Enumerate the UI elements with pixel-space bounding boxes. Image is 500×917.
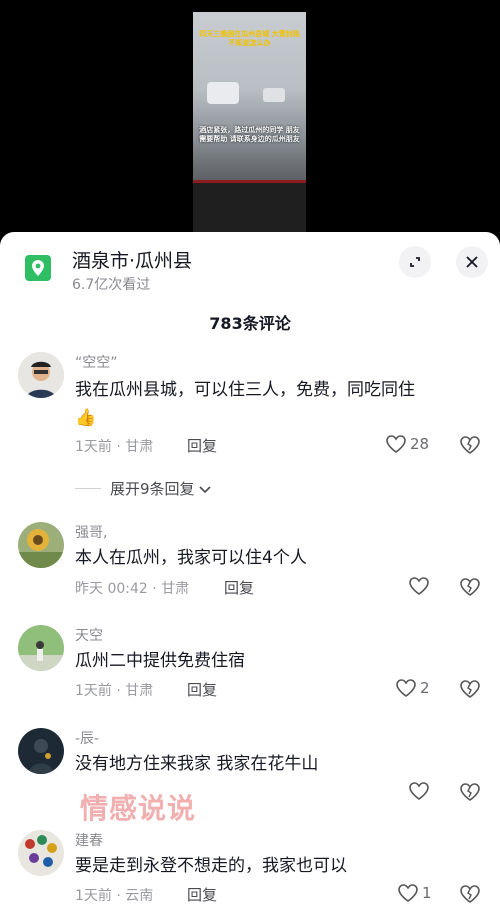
close-button[interactable] bbox=[456, 246, 488, 278]
like-button[interactable] bbox=[409, 782, 433, 800]
video-player[interactable]: 四天三晚困在瓜州县城 大雪封路不知道怎么办 酒店紧张，路过瓜州的同学 朋友需要帮… bbox=[0, 0, 500, 232]
like-button[interactable] bbox=[409, 577, 433, 595]
thumbs-up-emoji-icon: 👍 bbox=[75, 408, 97, 428]
heart-icon bbox=[409, 782, 429, 800]
avatar[interactable] bbox=[18, 625, 64, 671]
broken-heart-icon bbox=[460, 680, 480, 698]
reply-button[interactable]: 回复 bbox=[187, 884, 217, 905]
close-icon bbox=[466, 256, 478, 268]
like-button[interactable]: 2 bbox=[396, 679, 430, 697]
avatar[interactable] bbox=[18, 522, 64, 568]
comment-meta: 1天前 · 甘肃 bbox=[75, 683, 154, 699]
dislike-button[interactable] bbox=[459, 435, 481, 459]
reply-button[interactable]: 回复 bbox=[187, 435, 217, 456]
avatar[interactable] bbox=[18, 830, 64, 876]
heart-icon bbox=[396, 679, 416, 697]
broken-heart-icon bbox=[460, 783, 480, 801]
expand-icon bbox=[410, 257, 420, 267]
dislike-button[interactable] bbox=[459, 577, 481, 601]
like-count: 2 bbox=[420, 679, 430, 697]
location-views: 6.7亿次看过 bbox=[72, 277, 151, 293]
comment-author[interactable]: 天空 bbox=[75, 625, 103, 645]
heart-icon bbox=[409, 577, 429, 595]
expand-button[interactable] bbox=[399, 246, 431, 278]
expand-replies-label[interactable]: 展开9条回复 bbox=[110, 478, 211, 499]
comment-author[interactable]: 强哥, bbox=[75, 522, 107, 542]
like-button[interactable]: 28 bbox=[386, 435, 429, 453]
expand-replies[interactable]: 展开9条回复 bbox=[0, 477, 500, 501]
comment-text-content: 我在瓜州县城，可以住三人，免费，同吃同住 bbox=[75, 380, 415, 400]
comment-text: 瓜州二中提供免费住宿 bbox=[75, 651, 245, 671]
comment-meta: 昨天 00:42 · 甘肃 bbox=[75, 581, 190, 597]
like-button[interactable]: 1 bbox=[398, 884, 432, 902]
heart-icon bbox=[386, 435, 406, 453]
chevron-down-icon bbox=[199, 486, 211, 494]
comment-text: 没有地方住来我家 我家在花牛山 bbox=[75, 754, 319, 774]
car-shape bbox=[207, 82, 239, 104]
dislike-button[interactable] bbox=[459, 884, 481, 908]
comment-author[interactable]: 建春 bbox=[75, 830, 103, 850]
avatar[interactable] bbox=[18, 728, 64, 774]
heart-icon bbox=[398, 884, 418, 902]
comment-meta: 1天前 · 甘肃 bbox=[75, 439, 154, 455]
comment-text: 我在瓜州县城，可以住三人，免费，同吃同住 👍 bbox=[75, 376, 470, 432]
reply-button[interactable]: 回复 bbox=[224, 577, 254, 598]
comment-author[interactable]: “空空” bbox=[75, 352, 118, 372]
video-thumbnail[interactable]: 四天三晚困在瓜州县城 大雪封路不知道怎么办 酒店紧张，路过瓜州的同学 朋友需要帮… bbox=[193, 12, 306, 232]
broken-heart-icon bbox=[460, 578, 480, 596]
reply-button[interactable]: 回复 bbox=[187, 679, 217, 700]
avatar[interactable] bbox=[18, 352, 64, 398]
comment-count: 783条评论 bbox=[209, 314, 291, 333]
dislike-button[interactable] bbox=[459, 782, 481, 806]
divider bbox=[75, 488, 101, 489]
comment-sheet: 酒泉市·瓜州县 6.7亿次看过 783条评论 “空空” 我在瓜州县城，可以住三人… bbox=[0, 232, 500, 917]
like-count: 28 bbox=[410, 435, 430, 453]
comment-text: 要是走到永登不想走的，我家也可以 bbox=[75, 856, 347, 876]
broken-heart-icon bbox=[460, 436, 480, 454]
location-title[interactable]: 酒泉市·瓜州县 bbox=[72, 246, 192, 273]
video-caption-top: 四天三晚困在瓜州县城 大雪封路不知道怎么办 bbox=[199, 30, 300, 47]
dislike-button[interactable] bbox=[459, 679, 481, 703]
broken-heart-icon bbox=[460, 885, 480, 903]
video-caption-middle: 酒店紧张，路过瓜州的同学 朋友需要帮助 请联系身边的瓜州朋友 bbox=[199, 126, 300, 143]
like-count: 1 bbox=[422, 884, 432, 902]
comment-author[interactable]: -辰- bbox=[75, 728, 99, 748]
car-dashboard bbox=[193, 180, 306, 232]
comment-text: 本人在瓜州，我家可以住4个人 bbox=[75, 548, 307, 568]
location-pin-icon bbox=[25, 255, 51, 281]
watermark: 情感说说 bbox=[80, 792, 197, 825]
car-shape bbox=[263, 88, 285, 102]
comment-meta: 1天前 · 云南 bbox=[75, 888, 154, 904]
